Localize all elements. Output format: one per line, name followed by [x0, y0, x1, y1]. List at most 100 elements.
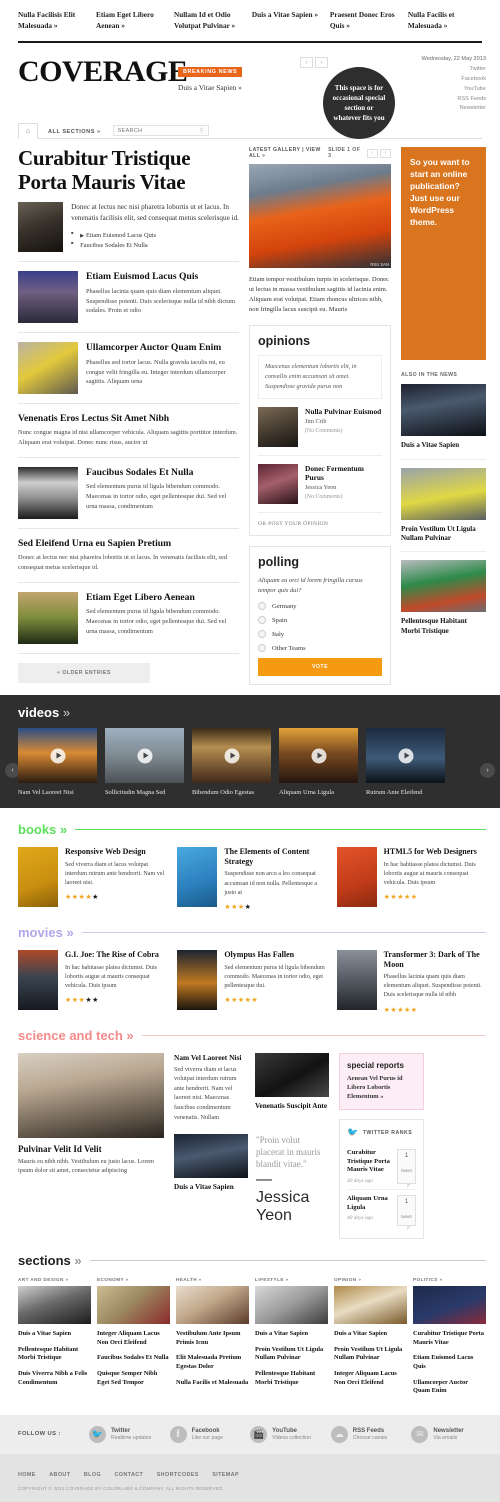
story-title[interactable]: Faucibus Sodales Et Nulla [86, 467, 239, 479]
header-social-facebook[interactable]: Facebook [396, 75, 486, 85]
play-icon[interactable] [224, 748, 239, 764]
story-title[interactable]: Etiam Euismod Lacus Quis [86, 271, 239, 283]
also-news-title[interactable]: Pellentesque Habitant Morbi Tristique [401, 617, 486, 636]
story-title[interactable]: Etiam Eget Libero Aenean [86, 592, 239, 604]
top-nav-link[interactable]: Nulla Facilis et Malesuada » [408, 10, 478, 31]
video-card[interactable]: Rutrum Ante Eleifend [366, 728, 445, 796]
top-nav-link[interactable]: Nullam Id et Odio Volutpat Pulvinar » [174, 10, 244, 31]
play-icon[interactable] [137, 748, 152, 764]
movie-title[interactable]: Transformer 3: Dark of The Moon [384, 950, 486, 969]
section-label[interactable]: OPINION » [334, 1277, 407, 1282]
section-link[interactable]: Etiam Euismod Lacus Quis [413, 1354, 486, 1371]
section-link[interactable]: Elit Malesuada Pretium Egestas Dolor [176, 1354, 249, 1371]
top-nav-item-2[interactable]: Nullam Id et Odio Volutpat Pulvinar » [174, 10, 252, 31]
opinion-item[interactable]: Nulla Pulvinar Euismod Jim Crib (No Comm… [258, 399, 382, 457]
follow-facebook[interactable]: f Facebook Like our page [169, 1425, 245, 1443]
poll-option-other[interactable]: Other Teams [258, 644, 382, 653]
top-nav-item-4[interactable]: Praesent Donec Eros Quis » [330, 10, 408, 31]
top-nav-link[interactable]: Praesent Donec Eros Quis » [330, 10, 400, 31]
header-social-newsletter[interactable]: Newsletter [396, 104, 486, 114]
twitter-rank-item[interactable]: Curabitur Tristique Porta Mauris Vitae 4… [347, 1144, 416, 1191]
older-entries-button[interactable]: « OLDER ENTRIES [18, 662, 150, 683]
also-news-title[interactable]: Duis a Vitae Sapien [401, 441, 486, 450]
section-link[interactable]: Curabitur Tristique Porta Mauris Vitae [413, 1330, 486, 1347]
science-article-title[interactable]: Nam Vel Laoreet Nisi [174, 1053, 247, 1062]
radio-icon[interactable] [258, 630, 266, 639]
video-title[interactable]: Bibendum Odio Egestas [192, 789, 271, 796]
video-thumbnail[interactable] [192, 728, 271, 784]
top-nav-link[interactable]: Duis a Vitae Sapien » [252, 10, 322, 21]
section-link[interactable]: Proin Vestilum Ut Ligula Nullam Pulvinar [255, 1346, 328, 1363]
book-title[interactable]: HTML5 for Web Designers [384, 847, 486, 857]
section-link[interactable]: Duis a Vitae Sapien [255, 1330, 328, 1339]
play-icon[interactable] [311, 748, 326, 764]
gallery-label[interactable]: LATEST GALLERY | VIEW ALL » [249, 147, 328, 159]
video-title[interactable]: Rutrum Ante Eleifend [366, 789, 445, 796]
advertisement-banner[interactable]: So you want to start an online publicati… [401, 147, 486, 361]
poll-option-spain[interactable]: Spain [258, 616, 382, 625]
twitter-rank-title[interactable]: Curabitur Tristique Porta Mauris Vitae [347, 1149, 392, 1175]
chevron-right-icon[interactable]: › [315, 57, 328, 69]
header-social-youtube[interactable]: YouTube [396, 85, 486, 95]
story-title[interactable]: Ullamcorper Auctor Quam Enim [86, 342, 239, 354]
video-card[interactable]: Nam Vel Laoreet Nisi [18, 728, 97, 796]
section-label[interactable]: HEALTH » [176, 1277, 249, 1282]
science-small-title[interactable]: Venenatis Suscipit Ante [255, 1102, 329, 1110]
footer-link-contact[interactable]: CONTACT [114, 1472, 143, 1478]
also-news-item[interactable]: Proin Vestilum Ut Ligula Nullam Pulvinar [401, 467, 486, 553]
science-article[interactable]: Nam Vel Laoreet Nisi Sed viverra diam et… [174, 1053, 247, 1123]
movie-card[interactable]: G.I. Joe: The Rise of Cobra In hac habit… [18, 949, 167, 1014]
book-title[interactable]: The Elements of Content Strategy [224, 847, 326, 866]
section-label[interactable]: LIFESTYLE » [255, 1277, 328, 1282]
also-news-item[interactable]: Duis a Vitae Sapien [401, 384, 486, 460]
breaking-news-headline[interactable]: Duis a Vitae Sapien » [178, 83, 338, 92]
gallery-image[interactable]: RSU SAN [249, 164, 391, 269]
all-sections-button[interactable]: ALL SECTIONS » [38, 129, 113, 138]
section-link[interactable]: Vestibulum Ante Ipsum Primis Icnu [176, 1330, 249, 1347]
section-link[interactable]: Ullamcorper Auctor Quam Enim [413, 1379, 486, 1396]
play-icon[interactable] [50, 748, 65, 764]
poll-option-germany[interactable]: Germany [258, 602, 382, 611]
gallery-prev-icon[interactable]: ‹ [367, 148, 378, 158]
opinion-title[interactable]: Donec Fermentum Purus [305, 464, 382, 482]
radio-icon[interactable] [258, 616, 266, 625]
lead-sublink-1[interactable]: Faucibus Sodales Et Nulla [71, 240, 239, 251]
book-card[interactable]: The Elements of Content Strategy Suspend… [177, 847, 326, 911]
science-feature[interactable]: Pulvinar Velit Id Velit Mauris eu nibh n… [18, 1052, 164, 1240]
section-label[interactable]: POLITICS » [413, 1277, 486, 1282]
play-icon[interactable] [398, 748, 413, 764]
section-link[interactable]: Pellentesque Habitant Morbi Tristique [18, 1346, 91, 1363]
section-label[interactable]: ART AND DESIGN » [18, 1277, 91, 1282]
vote-button[interactable]: VOTE [258, 658, 382, 677]
section-link[interactable]: Integer Aliquam Lacus Non Orci Eleifend [97, 1330, 170, 1347]
section-link[interactable]: Faucibus Sodales Et Nulla [97, 1354, 170, 1363]
also-news-item[interactable]: Pellentesque Habitant Morbi Tristique [401, 560, 486, 644]
top-nav-link[interactable]: Etiam Eget Libero Aenean » [96, 10, 166, 31]
special-reports-box[interactable]: special reports Aenean Vel Purus id Libe… [339, 1052, 424, 1111]
chevron-icon[interactable]: » [60, 822, 67, 837]
book-title[interactable]: Responsive Web Design [65, 847, 167, 857]
top-nav-item-1[interactable]: Etiam Eget Libero Aenean » [96, 10, 174, 31]
science-small-title[interactable]: Duis a Vitae Sapien [174, 1183, 248, 1191]
follow-rss[interactable]: ☁ RSS Feeds Choose canals [330, 1425, 406, 1443]
movie-title[interactable]: G.I. Joe: The Rise of Cobra [65, 950, 167, 960]
radio-icon[interactable] [258, 602, 266, 611]
chevron-icon[interactable]: » [66, 925, 73, 940]
video-thumbnail[interactable] [105, 728, 184, 784]
video-title[interactable]: Sollicitudin Magna Sed [105, 789, 184, 796]
footer-link-shortcodes[interactable]: SHORTCODES [157, 1472, 199, 1478]
section-link[interactable]: Nulla Facilis et Malesuada [176, 1379, 249, 1388]
science-small-1[interactable]: Venenatis Suscipit Ante [255, 1052, 329, 1123]
post-opinion-link[interactable]: OR POST YOUR OPINION [258, 513, 382, 527]
science-feature-title[interactable]: Pulvinar Velit Id Velit [18, 1144, 164, 1154]
home-icon[interactable]: ⌂ [18, 123, 38, 140]
section-link[interactable]: Duis a Vitae Sapien [18, 1330, 91, 1339]
section-link[interactable]: Integer Aliquam Lacus Non Orci Eleifend [334, 1370, 407, 1387]
section-link[interactable]: Quisque Semper Nibh Eget Sed Tempor [97, 1370, 170, 1387]
footer-link-about[interactable]: ABOUT [49, 1472, 70, 1478]
section-link[interactable]: Duis a Vitae Sapien [334, 1330, 407, 1339]
follow-newsletter[interactable]: ✉ Newsletter Via emails [411, 1425, 486, 1443]
movie-card[interactable]: Transformer 3: Dark of The Moon Phasellu… [336, 949, 486, 1014]
book-card[interactable]: HTML5 for Web Designers In hac habitasse… [336, 847, 486, 911]
opinion-item[interactable]: Donec Fermentum Purus Jessica Yeon (No C… [258, 456, 382, 514]
